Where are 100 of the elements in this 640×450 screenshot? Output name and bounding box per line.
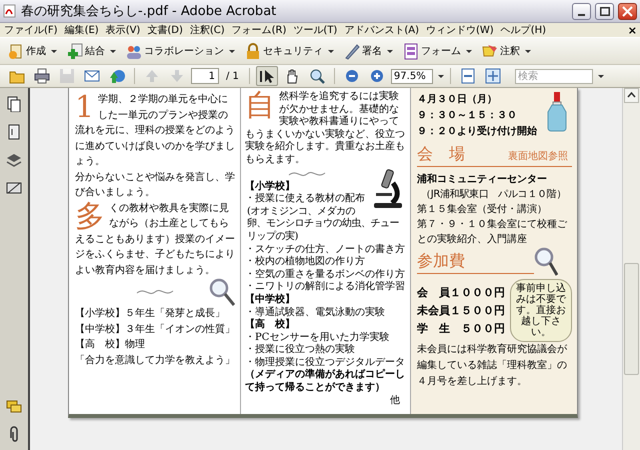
- ornament-icon: [135, 287, 175, 297]
- list-text: 【中学校】: [245, 294, 296, 306]
- create-menu-button[interactable]: 作成: [6, 42, 59, 60]
- magnifier-drawing: [209, 278, 235, 306]
- menu-item[interactable]: 文書(D): [146, 23, 184, 37]
- caret-icon: [110, 50, 116, 52]
- microscope-drawing: [372, 168, 404, 209]
- minimize-button[interactable]: [572, 2, 591, 20]
- list-text: (オオミジンコ、メダカの卵、モンシロチョウの幼虫、チューリップの実): [246, 206, 400, 244]
- note-text: 未会員には科学教育研究協議会が編集している雑誌「理科教室」の４月号を差し上げます。: [417, 342, 568, 389]
- caret-icon: [51, 50, 57, 52]
- caret-icon: [438, 74, 444, 78]
- search-field[interactable]: 検索: [514, 68, 593, 84]
- sign-menu-button[interactable]: 署名: [342, 42, 395, 60]
- fee-text: 学 生 ５００円: [417, 320, 505, 336]
- envelope-icon: [84, 68, 100, 84]
- note-icon: [482, 42, 498, 60]
- list-text: ・導通試験器、電気泳動の実験: [245, 306, 386, 318]
- plus-icon: [67, 42, 83, 60]
- caret-icon: [598, 74, 604, 78]
- menu-item[interactable]: 編集(E): [64, 23, 100, 37]
- collaborate-menu-button[interactable]: コラボレーション: [124, 42, 237, 60]
- caret-icon: [466, 50, 472, 52]
- caret-icon: [387, 50, 393, 52]
- list-text: 【中学校】３年生「イオンの性質」: [75, 322, 235, 336]
- form-icon: [403, 42, 419, 60]
- list-text: ・物理授業に役立つデジタルデータ: [245, 356, 406, 368]
- list-text: ・授業に役立つ熱の実験: [245, 344, 356, 356]
- maximize-button[interactable]: [595, 2, 614, 20]
- menu-item[interactable]: 注釈(C): [188, 23, 226, 37]
- list-text: ・ニワトリの解剖による消化管学習: [245, 281, 406, 294]
- globe-arrow-icon: [109, 68, 125, 84]
- zoom-field[interactable]: 97.5%: [390, 68, 433, 84]
- magnifier-icon: [308, 68, 325, 84]
- close-button[interactable]: [618, 2, 637, 20]
- venue-text: 第１５集会室（受付・講演）: [417, 202, 548, 217]
- caret-icon: [328, 50, 334, 52]
- section-heading: 会 場: [417, 143, 465, 165]
- scroll-thumb[interactable]: [624, 263, 639, 375]
- list-text: ・空気の重さを量るボンベの作り方: [245, 268, 406, 280]
- menu-item[interactable]: ツール(T): [292, 23, 338, 37]
- minimize-icon: [578, 14, 585, 16]
- section-heading: 参加費: [417, 250, 465, 272]
- close-icon: [622, 6, 633, 16]
- expand-arrows-icon: [484, 68, 501, 84]
- venue-text: （JR浦和駅東口 パルコ１０階）: [420, 188, 568, 202]
- close-document-button[interactable]: ×: [628, 24, 637, 36]
- comments-icon[interactable]: [6, 400, 22, 414]
- pages-icon[interactable]: [6, 96, 22, 112]
- fee-text: 会 員１０００円: [417, 284, 505, 300]
- zoom-in-icon: [368, 68, 385, 84]
- list-text: 【高 校】: [245, 319, 296, 332]
- list-text: 【小学校】５年生「発芽と成長」: [75, 306, 226, 321]
- list-text: ・スケッチの仕方、ノートの書き方: [245, 244, 406, 256]
- date-text: ９：３０～１５：３０: [417, 109, 518, 123]
- menu-item[interactable]: フォーム(R): [230, 23, 288, 37]
- list-text: 他: [389, 394, 401, 408]
- magnifier-drawing: [534, 247, 558, 277]
- security-menu-button[interactable]: セキュリティ: [243, 42, 336, 60]
- menu-item[interactable]: ヘルプ(H): [500, 23, 548, 37]
- maximize-icon: [600, 6, 610, 16]
- caret-icon: [525, 50, 531, 52]
- menu-item[interactable]: 表示(V): [104, 23, 142, 37]
- speech-bubble: 事前申し込みは不要です。直接お越し下さい。: [510, 279, 572, 342]
- window-title: 春の研究集会ちらし-.pdf - Adobe Acrobat: [21, 3, 278, 20]
- cursor-icon: [258, 68, 275, 84]
- form-menu-button[interactable]: フォーム: [401, 42, 474, 60]
- caret-icon: [229, 50, 235, 52]
- menu-item[interactable]: ウィンドウ(W): [425, 23, 495, 37]
- list-text: ・PCセンサーを用いた力学実験: [245, 332, 390, 344]
- list-text: ・授業に使える教材の配布: [245, 193, 366, 206]
- list-text: ・校内の植物地図の作り方: [245, 256, 366, 268]
- dropper-bottle-drawing: [546, 92, 568, 132]
- up-arrow-icon: [144, 68, 160, 84]
- select-tool-button[interactable]: [256, 66, 278, 86]
- page-count: / 1: [226, 70, 239, 82]
- pdf-file-icon: [3, 4, 17, 18]
- fee-text: 未会員１５００円: [417, 302, 505, 318]
- venue-text: 浦和コミュニティーセンター: [417, 172, 548, 187]
- fit-page-icon: [460, 68, 476, 84]
- venue-text: 第７・９・１０集会室にて校種ごとの実験紹介、入門講座: [417, 218, 568, 247]
- menu-item[interactable]: アドバンスト(A): [343, 23, 420, 37]
- list-text: 「合力を意識して力学を教えよう」: [75, 354, 235, 368]
- list-text: （メディアの準備があればコピーして持って帰ることができます）: [245, 369, 406, 395]
- list-text: 【高 校】物理: [75, 338, 146, 352]
- combine-menu-button[interactable]: 結合: [65, 42, 118, 60]
- scrollbar[interactable]: [622, 88, 640, 450]
- lock-icon: [245, 42, 261, 60]
- down-arrow-icon: [169, 68, 185, 84]
- paragraph-text: 分からないことや悩みを発言し、学び合いましょう。: [75, 170, 235, 200]
- page-number-field[interactable]: 1: [191, 68, 219, 84]
- map-note: 裏面地図参照: [508, 150, 569, 164]
- scroll-up-icon[interactable]: [624, 88, 639, 103]
- layers-icon[interactable]: [6, 152, 22, 168]
- zoom-out-icon: [344, 68, 360, 84]
- signature-icon[interactable]: [6, 180, 22, 196]
- list-text: 【小学校】: [245, 180, 296, 192]
- date-text: ９：２０より受け付け開始: [417, 124, 538, 139]
- comment-menu-button[interactable]: 注釈: [480, 42, 533, 60]
- menu-item[interactable]: ファイル(F): [3, 23, 59, 37]
